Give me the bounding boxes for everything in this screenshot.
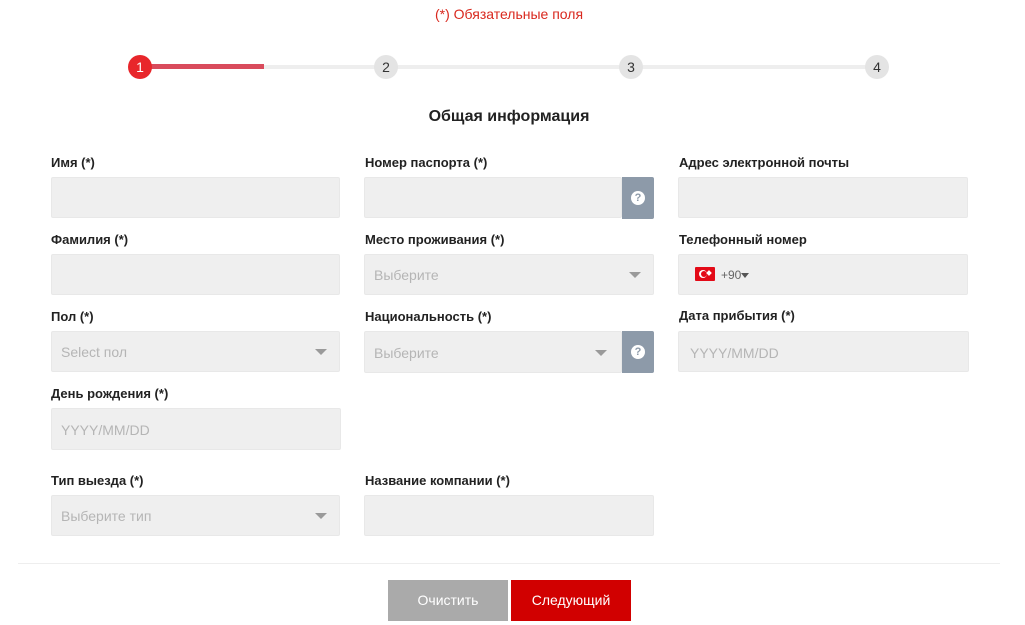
chevron-down-icon [315, 513, 327, 519]
nationality-select[interactable]: Выберите [364, 331, 622, 373]
section-title: Общая информация [428, 108, 590, 125]
chevron-down-icon [315, 349, 327, 355]
stepper: 1 2 3 4 [128, 55, 890, 79]
phone-label: Телефонный номер [679, 232, 807, 247]
step-2[interactable]: 2 [374, 55, 398, 79]
clear-button[interactable]: Очистить [388, 580, 508, 621]
residence-placeholder: Выберите [374, 267, 439, 283]
exit-type-select[interactable]: Выберите тип [51, 495, 340, 536]
question-icon: ? [631, 191, 645, 205]
gender-select[interactable]: Select пол [51, 331, 340, 372]
company-input[interactable] [364, 495, 654, 536]
step-4[interactable]: 4 [865, 55, 889, 79]
nationality-help-button[interactable]: ? [622, 331, 654, 373]
step-3[interactable]: 3 [619, 55, 643, 79]
gender-label: Пол (*) [51, 309, 94, 324]
next-button[interactable]: Следующий [511, 580, 631, 621]
divider [18, 563, 1000, 564]
chevron-down-icon [629, 272, 641, 278]
passport-label: Номер паспорта (*) [365, 155, 488, 170]
birthday-placeholder: YYYY/MM/DD [61, 422, 150, 438]
chevron-down-icon[interactable] [741, 273, 749, 278]
company-label: Название компании (*) [365, 473, 510, 488]
chevron-down-icon [595, 350, 607, 356]
exit-type-label: Тип выезда (*) [51, 473, 144, 488]
birthday-label: День рождения (*) [51, 386, 169, 401]
question-icon: ? [631, 345, 645, 359]
last-name-input[interactable] [51, 254, 340, 295]
gender-placeholder: Select пол [61, 344, 128, 360]
residence-label: Место проживания (*) [365, 232, 505, 247]
passport-help-button[interactable]: ? [622, 177, 654, 219]
first-name-label: Имя (*) [51, 155, 95, 170]
dial-code: +90 [721, 268, 742, 282]
passport-input[interactable] [364, 177, 622, 218]
turkey-flag-icon[interactable] [695, 267, 715, 281]
arrival-date-label: Дата прибытия (*) [679, 308, 795, 323]
residence-select[interactable]: Выберите [364, 254, 654, 295]
nationality-label: Национальность (*) [365, 309, 492, 324]
birthday-input[interactable]: YYYY/MM/DD [51, 408, 341, 450]
required-fields-note: (*) Обязательные поля [434, 6, 584, 22]
first-name-input[interactable] [51, 177, 340, 218]
email-input[interactable] [678, 177, 968, 218]
step-1[interactable]: 1 [128, 55, 152, 79]
exit-type-placeholder: Выберите тип [61, 508, 152, 524]
nationality-placeholder: Выберите [374, 345, 439, 361]
phone-input[interactable]: +90 [678, 254, 968, 295]
arrival-date-placeholder: YYYY/MM/DD [690, 345, 779, 361]
email-label: Адрес электронной почты [679, 155, 850, 170]
arrival-date-input[interactable]: YYYY/MM/DD [678, 331, 969, 372]
last-name-label: Фамилия (*) [51, 232, 129, 247]
stepper-progress [140, 64, 264, 69]
